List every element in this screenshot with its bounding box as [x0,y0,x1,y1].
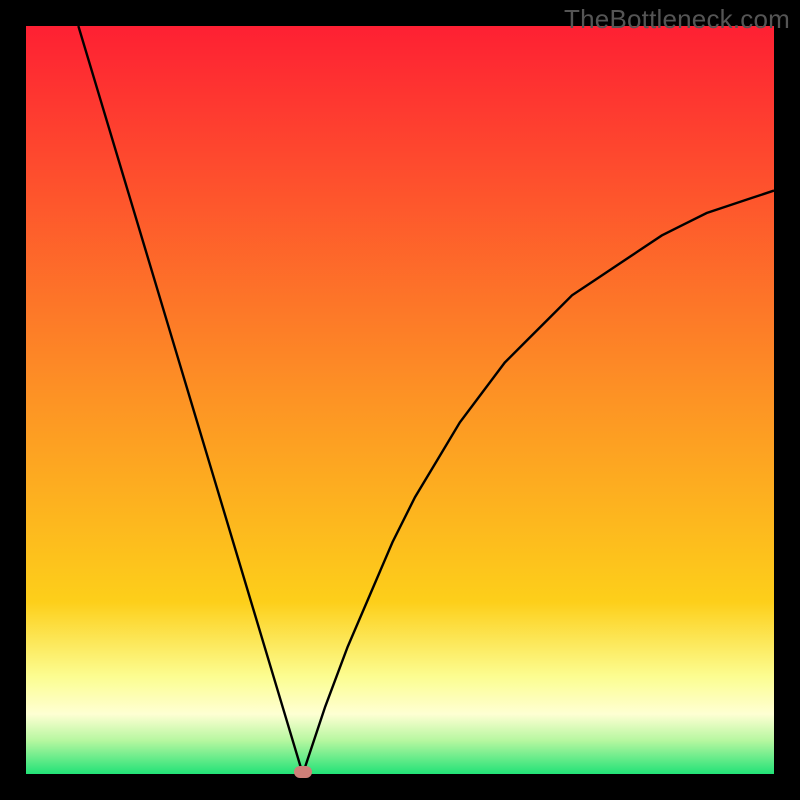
chart-container: TheBottleneck.com [0,0,800,800]
optimum-marker [294,766,312,778]
plot-svg [26,26,774,774]
plot-area [26,26,774,774]
attribution-text: TheBottleneck.com [564,4,790,35]
gradient-bg [26,26,774,774]
